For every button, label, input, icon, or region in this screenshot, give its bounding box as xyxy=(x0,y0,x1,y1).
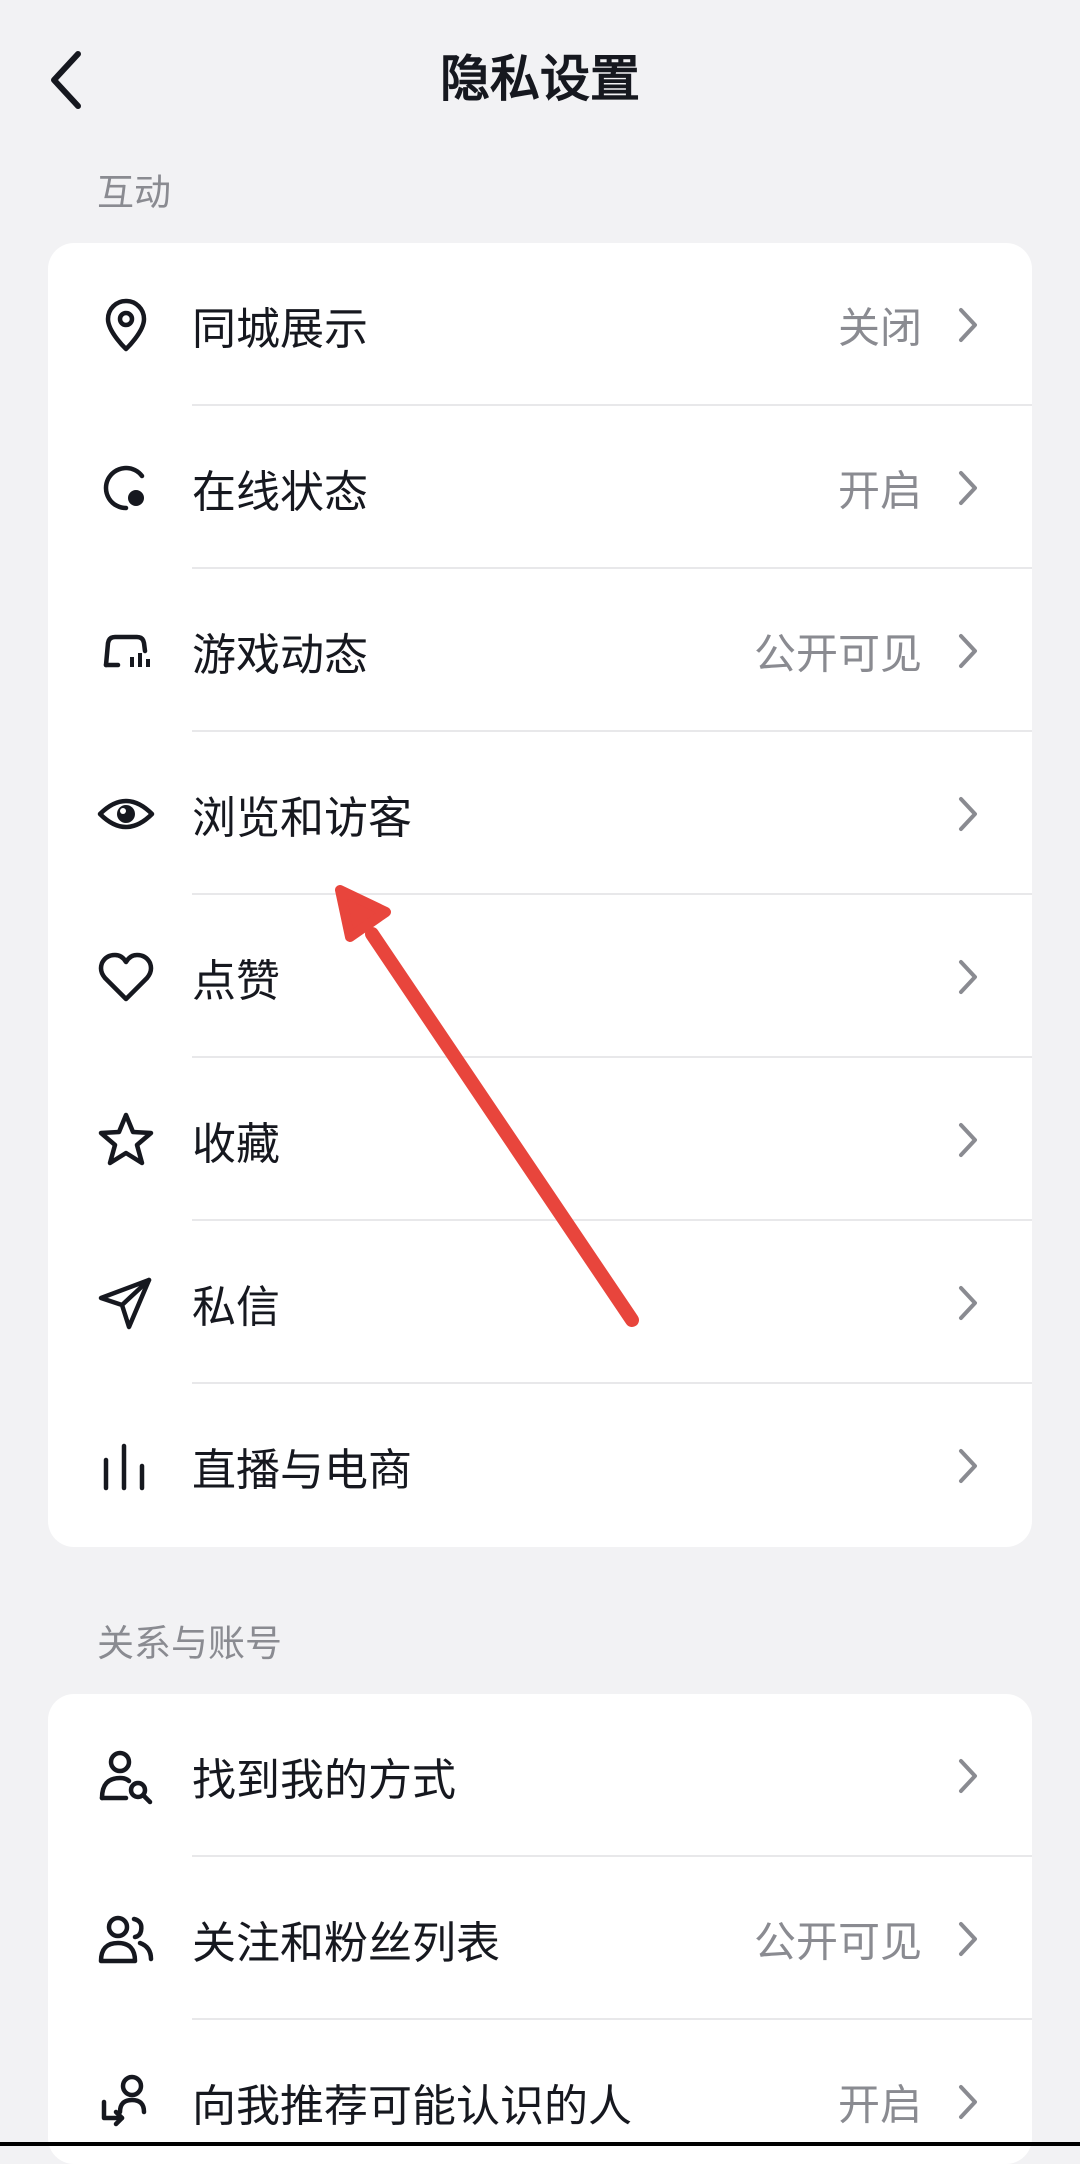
row-label: 向我推荐可能认识的人 xyxy=(192,2080,632,2132)
chevron-right-icon xyxy=(959,470,977,505)
row-label: 浏览和访客 xyxy=(192,792,412,844)
chevron-right-icon xyxy=(959,1448,977,1483)
row-value: 开启 xyxy=(837,466,922,515)
settings-row-find-me[interactable]: 找到我的方式 xyxy=(48,1694,1032,1857)
row-label: 关注和粉丝列表 xyxy=(192,1917,500,1969)
chevron-right-icon xyxy=(959,796,977,831)
settings-row-live-ecommerce[interactable]: 直播与电商 xyxy=(48,1384,1032,1547)
row-value: 公开可见 xyxy=(753,1917,922,1966)
header-bar: 隐私设置 xyxy=(0,0,1080,160)
section-label-interaction: 互动 xyxy=(97,171,171,214)
star-icon xyxy=(98,1112,154,1165)
row-label: 直播与电商 xyxy=(192,1444,412,1496)
chevron-right-icon xyxy=(959,1122,977,1157)
chevron-right-icon xyxy=(959,633,977,668)
chevron-right-icon xyxy=(959,959,977,994)
settings-row-views-visitors[interactable]: 浏览和访客 xyxy=(48,732,1032,895)
game-controller-icon xyxy=(103,634,150,667)
settings-row-favorites[interactable]: 收藏 xyxy=(48,1058,1032,1221)
row-value: 关闭 xyxy=(837,303,922,352)
chevron-right-icon xyxy=(959,307,977,342)
eye-icon xyxy=(97,798,155,829)
row-value: 开启 xyxy=(837,2080,922,2129)
settings-row-follow-fans-list[interactable]: 关注和粉丝列表 公开可见 xyxy=(48,1857,1032,2020)
page-title: 隐私设置 xyxy=(440,50,640,108)
users-icon xyxy=(98,1915,154,1963)
chevron-right-icon xyxy=(959,1921,977,1956)
settings-row-online-status[interactable]: 在线状态 开启 xyxy=(48,406,1032,569)
row-label: 私信 xyxy=(192,1281,280,1333)
settings-row-messages[interactable]: 私信 xyxy=(48,1221,1032,1384)
row-label: 点赞 xyxy=(192,955,280,1007)
chevron-right-icon xyxy=(959,1758,977,1793)
row-label: 找到我的方式 xyxy=(192,1754,456,1806)
bottom-edge-line xyxy=(0,2142,1080,2146)
user-search-icon xyxy=(99,1750,153,1804)
bars-icon xyxy=(103,1443,145,1490)
settings-row-game-activity[interactable]: 游戏动态 公开可见 xyxy=(48,569,1032,732)
online-status-icon xyxy=(103,465,145,510)
chevron-right-icon xyxy=(959,2084,977,2119)
location-pin-icon xyxy=(105,298,147,351)
chevron-right-icon xyxy=(959,1285,977,1320)
row-label: 在线状态 xyxy=(192,466,368,518)
user-recommend-icon xyxy=(101,2074,147,2126)
settings-row-likes[interactable]: 点赞 xyxy=(48,895,1032,1058)
row-label: 游戏动态 xyxy=(192,629,368,681)
settings-row-local-display[interactable]: 同城展示 关闭 xyxy=(48,243,1032,406)
heart-icon xyxy=(98,952,154,1001)
section-label-relations: 关系与账号 xyxy=(97,1622,282,1665)
row-value: 公开可见 xyxy=(753,629,922,678)
row-label: 收藏 xyxy=(192,1118,280,1170)
relations-settings-card: 找到我的方式 关注和粉丝列表 公开可见 向我推荐可能认识的人 开启 xyxy=(48,1694,1032,2164)
paper-plane-icon xyxy=(98,1277,152,1329)
interaction-settings-card: 同城展示 关闭 在线状态 开启 游戏动态 公开可见 浏览和访客 点赞 收藏 私信… xyxy=(48,243,1032,1547)
row-label: 同城展示 xyxy=(192,303,368,355)
